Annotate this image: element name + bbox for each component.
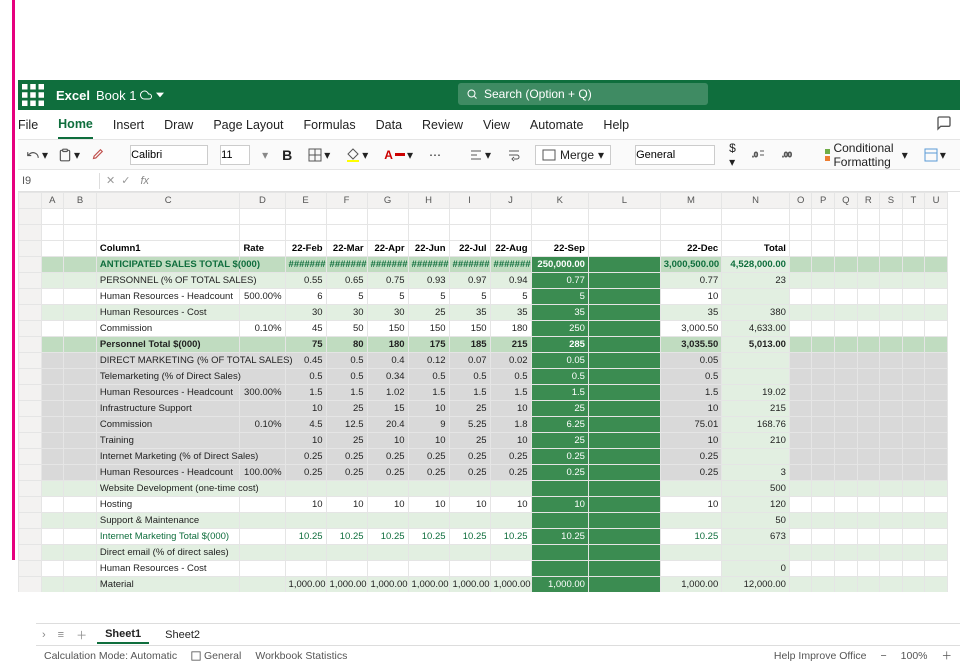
col-header[interactable]: C	[96, 193, 240, 209]
col-header[interactable]: T	[902, 193, 925, 209]
confirm-icon[interactable]: ✓	[121, 174, 130, 187]
status-bar: Calculation Mode: Automatic General Work…	[36, 645, 960, 665]
chevron-down-icon	[156, 91, 164, 99]
menu-data[interactable]: Data	[376, 112, 402, 138]
search-icon	[466, 88, 478, 100]
decimal-dec-button[interactable]: .0	[750, 146, 768, 164]
zoom-level: 100%	[901, 650, 928, 662]
menu-view[interactable]: View	[483, 112, 510, 138]
nav-prev[interactable]: ›	[40, 629, 48, 641]
decimal-inc-button[interactable]: .00	[780, 146, 798, 164]
status-help[interactable]: Help Improve Office	[774, 650, 867, 662]
col-header[interactable]: S	[880, 193, 903, 209]
menu-formulas[interactable]: Formulas	[304, 112, 356, 138]
format-painter-button[interactable]	[88, 146, 106, 164]
add-sheet-button[interactable]: ＋	[74, 627, 89, 643]
menu-automate[interactable]: Automate	[530, 112, 584, 138]
col-header[interactable]: R	[857, 193, 880, 209]
status-calc: Calculation Mode: Automatic	[44, 650, 177, 662]
wrap-text-button[interactable]	[505, 146, 523, 164]
more-font-button[interactable]: ⋯	[427, 146, 443, 164]
fill-color-button[interactable]: ▾	[344, 146, 370, 164]
app-name: Excel	[56, 88, 90, 103]
col-header[interactable]: U	[925, 193, 948, 209]
col-header[interactable]: F	[326, 193, 367, 209]
sheet-list[interactable]: ≡	[56, 629, 66, 641]
menu-draw[interactable]: Draw	[164, 112, 193, 138]
tab-sheet2[interactable]: Sheet2	[157, 627, 208, 643]
col-header[interactable]: Q	[835, 193, 858, 209]
align-button[interactable]: ▾	[467, 146, 493, 164]
merge-button[interactable]: Merge▾	[535, 145, 611, 165]
svg-text:.00: .00	[782, 152, 792, 159]
bold-button[interactable]: B	[280, 145, 294, 165]
menu-file[interactable]: File	[18, 112, 38, 138]
svg-text:.0: .0	[752, 152, 758, 159]
search-box[interactable]: Search (Option + Q)	[458, 83, 708, 105]
col-header[interactable]: O	[789, 193, 812, 209]
zoom-in-button[interactable]: ＋	[942, 648, 953, 663]
paste-button[interactable]: ▾	[56, 146, 82, 164]
undo-button[interactable]: ▾	[24, 146, 50, 164]
col-header[interactable]: I	[449, 193, 490, 209]
col-header[interactable]: D	[240, 193, 285, 209]
cancel-icon[interactable]: ✕	[106, 174, 115, 187]
status-general: General	[191, 650, 241, 662]
sheet-tabs: › ≡ ＋ Sheet1 Sheet2	[36, 623, 960, 645]
format-table-button[interactable]: ▾	[922, 146, 948, 164]
col-header[interactable]: A	[41, 193, 64, 209]
workbook-name[interactable]: Book 1	[96, 88, 164, 103]
font-name-select[interactable]	[130, 145, 208, 165]
col-header[interactable]: P	[812, 193, 835, 209]
conditional-formatting-button[interactable]: Conditional Formatting ▾	[822, 139, 910, 171]
col-header[interactable]: N	[722, 193, 790, 209]
menu-review[interactable]: Review	[422, 112, 463, 138]
col-header[interactable]: M	[660, 193, 722, 209]
font-size-select[interactable]	[220, 145, 250, 165]
col-header[interactable]: G	[367, 193, 408, 209]
comments-icon[interactable]	[936, 115, 952, 134]
formula-bar: I9 ✕ ✓ fx	[18, 170, 960, 192]
menu-help[interactable]: Help	[603, 112, 629, 138]
borders-button[interactable]: ▾	[306, 146, 332, 164]
menu-home[interactable]: Home	[58, 111, 93, 139]
col-header[interactable]: L	[588, 193, 660, 209]
number-format-select[interactable]	[635, 145, 715, 165]
menu-bar: File Home Insert Draw Page Layout Formul…	[18, 110, 960, 140]
fx-icon[interactable]: fx	[136, 175, 149, 187]
col-header[interactable]: K	[531, 193, 588, 209]
ribbon: ▾ ▾ ▾ B ▾ ▾ A▾ ⋯ ▾ Merge▾ $ ▾ .0 .00 Con…	[18, 140, 960, 170]
status-wbstats[interactable]: Workbook Statistics	[255, 650, 347, 662]
app-launcher-icon[interactable]	[22, 84, 44, 106]
col-header[interactable]: J	[490, 193, 531, 209]
tab-sheet1[interactable]: Sheet1	[97, 626, 149, 644]
name-box[interactable]: I9	[18, 173, 100, 189]
cloud-save-icon	[140, 89, 152, 101]
zoom-out-button[interactable]: −	[881, 650, 887, 662]
menu-insert[interactable]: Insert	[113, 112, 144, 138]
spreadsheet-grid[interactable]: ABCDEFGHIJKLMNOPQRSTU Column1Rate22-Feb2…	[18, 192, 960, 592]
col-header[interactable]: H	[408, 193, 449, 209]
col-header[interactable]: E	[285, 193, 326, 209]
col-header[interactable]: B	[64, 193, 97, 209]
font-color-button[interactable]: A▾	[382, 146, 415, 164]
currency-button[interactable]: $ ▾	[727, 139, 738, 171]
menu-page-layout[interactable]: Page Layout	[213, 112, 283, 138]
